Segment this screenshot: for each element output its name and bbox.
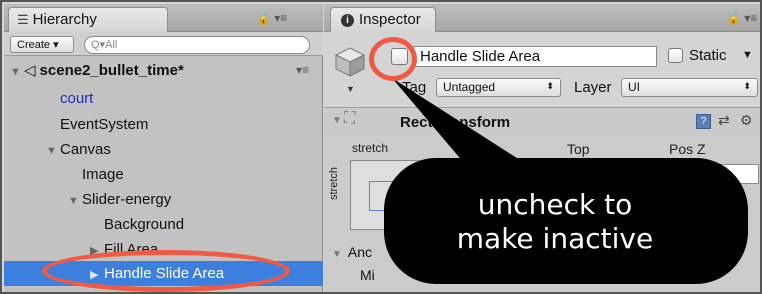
info-icon: i [341,14,354,27]
inspector-tabbar: i Inspector 🔒 ▾≡ [324,4,760,32]
min-label: Mi [360,267,375,283]
tree-item-eventsystem[interactable]: EventSystem [4,112,323,137]
gear-icon[interactable]: ⚙ [740,112,753,129]
hierarchy-tab-label: Hierarchy [32,11,97,28]
hierarchy-toolbar: Create ▾ Q▾All [4,32,323,56]
tree-item-background[interactable]: Background [4,212,323,237]
expand-triangle-icon[interactable]: ▼ [68,189,82,214]
fold-triangle-icon[interactable]: ▼ [332,249,342,260]
lock-menu-icon[interactable]: 🔒 ▾≡ [726,11,757,25]
tree-item-label: Image [82,166,124,183]
tree-item-slider-energy[interactable]: ▼ Slider-energy [4,187,323,212]
expand-triangle-icon[interactable]: ▼ [10,60,24,85]
object-name-field[interactable]: Handle Slide Area [413,46,657,67]
tree-item-label: Background [104,216,185,233]
search-input[interactable]: Q▾All [84,36,310,54]
tree-item-label: Canvas [60,141,111,158]
posz-input[interactable] [689,164,759,184]
callout-line-1: uncheck to [477,188,633,221]
highlight-oval [42,250,290,292]
hierarchy-panel: ☰ Hierarchy 🔒 ▾≡ Create ▾ Q▾All ▼ ◁ scene2_… [4,4,323,292]
list-icon: ☰ [17,12,29,27]
static-checkbox[interactable] [668,48,683,63]
highlight-ring [369,37,417,81]
callout-line-2: make inactive [456,222,654,255]
unity-scene-icon: ◁ [24,62,36,79]
icon-dropdown-arrow-icon[interactable]: ▼ [346,84,355,94]
gameobject-cube-icon [334,47,366,77]
tag-label: Tag [402,79,427,96]
tree-item-label: court [60,90,94,107]
posz-column-label: Pos Z [669,141,706,157]
select-caret-icon: ⬍ [743,81,751,91]
tag-value: Untagged [443,80,496,94]
scene-menu-icon[interactable]: ▾≡ [296,58,309,83]
tree-item-canvas[interactable]: ▼ Canvas [4,137,323,162]
tag-select[interactable]: Untagged ⬍ [436,78,561,97]
tree-item-court[interactable]: court [4,86,323,111]
layer-label: Layer [574,79,612,96]
anchors-label: Anc [347,244,373,260]
scene-row[interactable]: ▼ ◁ scene2_bullet_time* ▾≡ [4,58,323,83]
anchors-foldout[interactable]: ▼ Anc [332,244,372,260]
static-label: Static [689,47,727,64]
tab-hierarchy[interactable]: ☰ Hierarchy [8,7,168,32]
scene-name: scene2_bullet_time* [39,62,184,79]
layer-select[interactable]: UI ⬍ [621,78,758,97]
tree-item-image[interactable]: Image [4,162,323,187]
layer-value: UI [628,80,640,94]
help-book-icon[interactable]: ? [696,114,711,129]
rect-transform-header[interactable]: ▼ ⛶ Rect Transform ? ⇄ ⚙ [324,109,760,135]
top-column-label: Top [567,141,590,157]
inspector-tab-label: Inspector [359,11,421,28]
fold-triangle-icon[interactable]: ▼ [332,115,342,126]
lock-menu-icon[interactable]: 🔒 ▾≡ [256,11,287,25]
stretch-vertical-label: stretch [328,166,340,200]
blueprint-mode-icon[interactable]: ⇄ [718,112,730,129]
rect-transform-icon: ⛶ [344,110,356,127]
component-title: Rect Transform [400,114,511,131]
select-caret-icon: ⬍ [546,81,554,91]
tab-inspector[interactable]: i Inspector [330,7,436,32]
create-button[interactable]: Create ▾ [10,36,74,53]
hierarchy-tabbar: ☰ Hierarchy 🔒 ▾≡ [4,4,323,32]
tree-item-label: EventSystem [60,116,149,133]
anchor-rect-icon [369,181,401,211]
expand-triangle-icon[interactable]: ▼ [46,139,60,164]
tree-item-label: Slider-energy [82,191,172,208]
stretch-column-label: stretch [352,141,389,155]
static-dropdown-arrow-icon[interactable]: ▼ [742,49,753,61]
callout-text: uncheck to make inactive [410,188,700,256]
